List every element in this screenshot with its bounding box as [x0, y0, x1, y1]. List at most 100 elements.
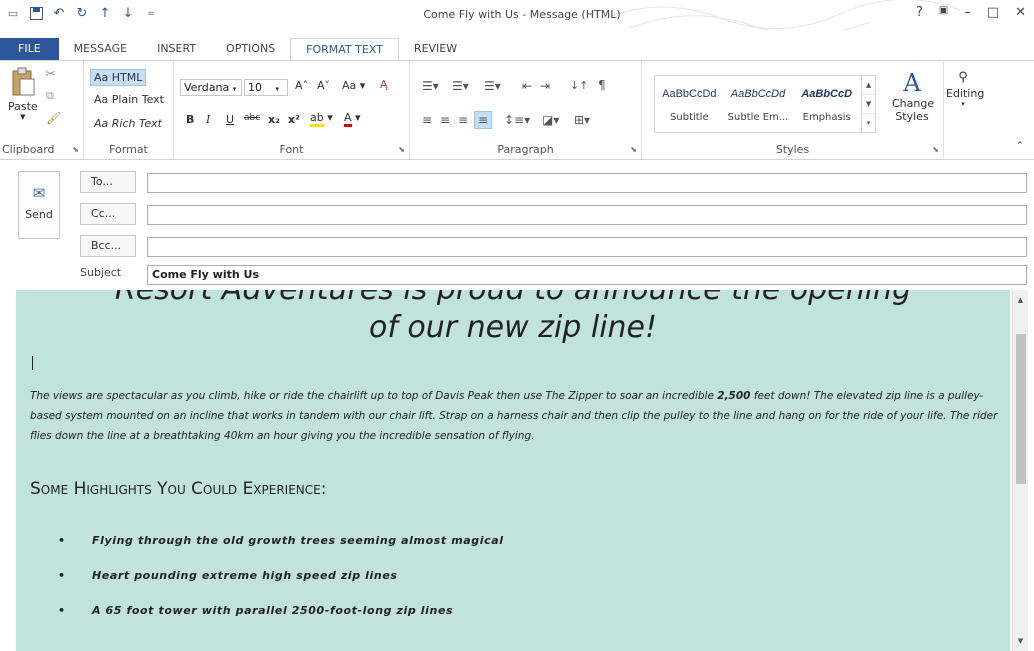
align-center-icon[interactable]: ≡ [440, 113, 450, 127]
borders-icon[interactable]: ⊞▾ [574, 113, 590, 127]
change-styles-icon: A [903, 69, 921, 97]
paste-button[interactable]: Paste ▼ [8, 67, 38, 121]
shrink-font-button[interactable]: A˅ [317, 79, 330, 92]
scroll-down-icon[interactable]: ▼ [1013, 634, 1028, 648]
subscript-button[interactable]: x₂ [268, 113, 280, 126]
copy-icon[interactable]: ⧉ [46, 89, 54, 103]
font-size-select[interactable]: 10 ▾ [244, 79, 288, 96]
scroll-thumb[interactable] [1016, 334, 1026, 484]
strikethrough-button[interactable]: abc [244, 113, 260, 123]
body-scrollbar[interactable]: ▲ ▼ [1012, 290, 1028, 651]
subject-label: Subject [80, 266, 122, 279]
font-launcher-icon[interactable]: ⬊ [398, 145, 405, 154]
numbering-icon[interactable]: ☰▾ [452, 79, 469, 93]
align-left-icon[interactable]: ≡ [422, 113, 432, 127]
tab-file[interactable]: FILE [0, 38, 59, 60]
send-icon: ✉ [32, 184, 46, 202]
tab-insert[interactable]: INSERT [142, 38, 211, 60]
italic-button[interactable]: I [206, 113, 210, 126]
help-icon[interactable]: ? [916, 5, 923, 20]
decrease-indent-icon[interactable]: ⇤ [522, 79, 532, 93]
sort-icon[interactable]: ↓↑ [570, 79, 588, 92]
format-html-button[interactable]: Aa HTML [90, 69, 147, 86]
minimize-button[interactable]: – [964, 5, 971, 20]
title-bar: ▭ ↶ ↻ ↑ ↓ = Come Fly with Us - Message (… [0, 0, 1034, 30]
tab-review[interactable]: REVIEW [399, 38, 472, 60]
highlight-color-icon[interactable]: ab ▾ [310, 111, 333, 127]
style-emphasis[interactable]: AaBbCcD Emphasis [792, 76, 861, 132]
highlights-heading: Some Highlights You Could Experience: [30, 479, 327, 499]
bcc-field[interactable] [147, 237, 1027, 257]
tab-options[interactable]: OPTIONS [211, 38, 290, 60]
subject-field[interactable]: Come Fly with Us [147, 265, 1027, 285]
grow-font-button[interactable]: A˄ [295, 79, 308, 92]
message-body[interactable]: Resort Adventures is proud to announce t… [16, 290, 1010, 651]
window-controls: ? ▣ – □ ✕ [916, 5, 1026, 20]
increase-indent-icon[interactable]: ⇥ [540, 79, 550, 93]
list-item: Heart pounding extreme high speed zip li… [30, 569, 1000, 604]
ribbon-display-icon[interactable]: ▣ [939, 5, 948, 20]
font-color-icon[interactable]: A ▾ [344, 111, 361, 127]
styles-label: Styles [775, 143, 810, 156]
multilevel-list-icon[interactable]: ☰▾ [484, 79, 501, 93]
styles-more-icon[interactable]: ▾ [862, 114, 875, 132]
body-paragraph: The views are spectacular as you climb, … [30, 390, 998, 442]
ribbon: Paste ▼ ✂ ⧉ 🖌 Clipboard ⬊ Aa HTML Aa Pla… [0, 60, 1034, 160]
paragraph-launcher-icon[interactable]: ⬊ [630, 145, 637, 154]
styles-scroll[interactable]: ▲ ▼ ▾ [861, 76, 876, 132]
change-styles-button[interactable]: A Change Styles [892, 69, 934, 123]
font-label: Font [279, 143, 304, 156]
clipboard-label: Clipboard [2, 143, 55, 156]
to-field[interactable] [147, 173, 1027, 193]
tab-message[interactable]: MESSAGE [59, 38, 142, 60]
heading-line-1: Resort Adventures is proud to announce t… [16, 290, 1010, 307]
paragraph-label: Paragraph [497, 143, 554, 156]
text-cursor [32, 356, 33, 370]
format-label: Format [109, 143, 148, 156]
format-group: Aa HTML Aa Plain Text Aa Rich Text Forma… [84, 61, 174, 159]
superscript-button[interactable]: x² [288, 113, 300, 126]
underline-button[interactable]: U [226, 113, 234, 126]
clipboard-group: Paste ▼ ✂ ⧉ 🖌 Clipboard ⬊ [0, 61, 84, 159]
shading-icon[interactable]: ◪▾ [542, 113, 559, 127]
font-group: Verdana ▾ 10 ▾ A˄ A˅ Aa ▾ Ą B I U abc x₂… [174, 61, 410, 159]
clipboard-launcher-icon[interactable]: ⬊ [72, 145, 79, 154]
justify-icon[interactable]: ≡ [474, 111, 493, 129]
binoculars-icon: ⚲ [958, 70, 968, 85]
list-item: A 65 foot tower with parallel 2500-foot-… [30, 604, 1000, 639]
format-painter-icon[interactable]: 🖌 [46, 111, 61, 125]
message-header: ✉ Send To... Cc... Bcc... Subject Come F… [0, 161, 1034, 290]
style-subtle-emphasis[interactable]: AaBbCcDd Subtle Em... [724, 76, 793, 132]
line-spacing-icon[interactable]: ↕≡▾ [504, 113, 530, 127]
cut-icon[interactable]: ✂ [45, 67, 56, 82]
bcc-button[interactable]: Bcc... [80, 235, 136, 257]
format-plain-text-button[interactable]: Aa Plain Text [94, 93, 164, 106]
styles-scroll-down-icon[interactable]: ▼ [862, 95, 876, 114]
close-button[interactable]: ✕ [1015, 5, 1026, 20]
editing-button[interactable]: ⚲ Editing ▾ [946, 69, 984, 108]
change-case-button[interactable]: Aa ▾ [342, 79, 365, 92]
to-button[interactable]: To... [80, 171, 136, 193]
styles-launcher-icon[interactable]: ⬊ [932, 145, 939, 154]
cc-button[interactable]: Cc... [80, 203, 136, 225]
style-subtitle[interactable]: AaBbCcDd Subtitle [655, 76, 724, 132]
maximize-button[interactable]: □ [987, 5, 999, 20]
highlights-list: Flying through the old growth trees seem… [30, 534, 1000, 639]
styles-scroll-up-icon[interactable]: ▲ [862, 76, 876, 95]
bold-button[interactable]: B [186, 113, 194, 126]
show-formatting-icon[interactable]: ¶ [598, 78, 606, 92]
heading-line-2: of our new zip line! [368, 310, 658, 345]
clear-formatting-icon[interactable]: Ą [380, 78, 388, 91]
paragraph-group: ☰▾ ☰▾ ☰▾ ⇤ ⇥ ↓↑ ¶ ≡ ≡ ≡ ≡ ↕≡▾ ◪▾ ⊞▾ Para… [410, 61, 642, 159]
font-name-select[interactable]: Verdana ▾ [180, 79, 242, 96]
scroll-up-icon[interactable]: ▲ [1013, 293, 1028, 307]
tab-format-text[interactable]: FORMAT TEXT [290, 38, 399, 60]
format-rich-text-button[interactable]: Aa Rich Text [94, 117, 162, 130]
window-title: Come Fly with Us - Message (HTML) [423, 8, 621, 21]
ribbon-tabs: FILE MESSAGE INSERT OPTIONS FORMAT TEXT … [0, 38, 1034, 60]
send-button[interactable]: ✉ Send [18, 171, 60, 239]
align-right-icon[interactable]: ≡ [458, 113, 468, 127]
bullets-icon[interactable]: ☰▾ [422, 79, 439, 93]
collapse-ribbon-icon[interactable]: ⌃ [1016, 141, 1024, 151]
cc-field[interactable] [147, 205, 1027, 225]
